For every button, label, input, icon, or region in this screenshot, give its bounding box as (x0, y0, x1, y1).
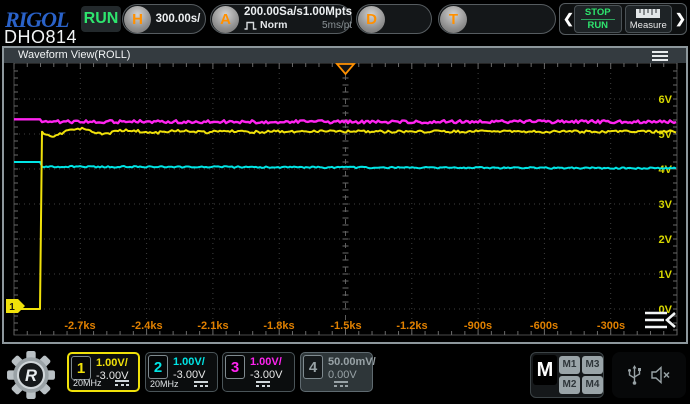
voltage-label: 4V (659, 164, 673, 176)
run-label: RUN (587, 20, 608, 31)
pulse-mode-icon (244, 21, 257, 30)
voltage-label: 1V (659, 269, 673, 281)
gear-r-glyph: R (25, 366, 37, 385)
channel1-marker[interactable]: 1 (6, 299, 25, 313)
quick-menu-left-icon[interactable]: ❮ (563, 11, 571, 27)
channel4-box[interactable]: 4 50.00mV/ 0.00V (300, 352, 373, 392)
trace-ch3 (14, 119, 676, 123)
channel2-bandwidth: 20MHz (150, 379, 179, 389)
math-panel[interactable]: M M1 M3 M2 M4 (530, 352, 604, 398)
trigger-knob[interactable]: T (440, 6, 467, 33)
status-icon-panel (612, 352, 686, 398)
dc-coupling-icon (115, 380, 129, 386)
trigger-position-marker[interactable] (337, 64, 354, 74)
horizontal-settings-pill[interactable]: H 300.00s/ (122, 4, 206, 34)
channel3-box[interactable]: 3 1.00V/ -3.00V (222, 352, 295, 392)
math1-button[interactable]: M1 (559, 356, 580, 374)
dc-coupling-icon (334, 381, 348, 387)
measure-label: Measure (630, 20, 667, 31)
math-label: M (533, 355, 557, 385)
time-label: -1.8ks (263, 320, 294, 332)
measure-button[interactable]: Measure (625, 5, 673, 33)
channel4-scale: 50.00mV/ (328, 356, 376, 368)
math3-button[interactable]: M3 (582, 356, 603, 374)
graticule (14, 63, 677, 335)
resolution-value: 5ms/pt (303, 19, 352, 32)
window-title-bar[interactable]: Waveform View(ROLL) (4, 48, 686, 63)
memory-depth-value: 1.00Mpts (303, 6, 352, 19)
channel1-number: 1 (71, 356, 91, 380)
dc-coupling-icon (256, 381, 270, 387)
channel-bar: R 1 1.00V/ -3.00V 20MHz 2 1.00V/ -3.00V … (0, 346, 690, 404)
horizontal-knob[interactable]: H (124, 6, 151, 33)
channel1-bandwidth: 20MHz (73, 378, 102, 388)
quick-menu-right-icon[interactable]: ❯ (675, 11, 683, 27)
rigol-logo-button[interactable]: R (6, 350, 56, 400)
stop-run-button[interactable]: STOP RUN (574, 5, 622, 33)
time-label: -1.5ks (330, 320, 361, 332)
time-label: -600s (530, 320, 558, 332)
trigger-settings-pill[interactable]: T (438, 4, 556, 34)
waveform-view-window: Waveform View(ROLL) 6V 5V 4V 3V 2V 1V 0V… (2, 46, 688, 344)
voltage-label: 3V (659, 199, 673, 211)
window-title: Waveform View(ROLL) (18, 49, 130, 61)
channel3-number: 3 (225, 355, 245, 379)
waveform-grid: 6V 5V 4V 3V 2V 1V 0V -2.7ks -2.4ks -2.1k… (4, 63, 686, 342)
channel3-offset: -3.00V (250, 369, 282, 381)
digital-knob[interactable]: D (358, 6, 385, 33)
oscilloscope-screen: RIGOL RUN H 300.00s/ A 200.00Sa/s Norm 1… (0, 0, 690, 404)
dc-coupling-icon (194, 381, 208, 387)
acquisition-knob[interactable]: A (212, 6, 239, 33)
math2-button[interactable]: M2 (559, 376, 580, 394)
channel3-scale: 1.00V/ (250, 356, 282, 368)
time-label: -900s (464, 320, 492, 332)
usb-icon (628, 365, 641, 385)
run-status-badge[interactable]: RUN (81, 6, 121, 32)
channel2-scale: 1.00V/ (173, 356, 205, 368)
time-label: -1.2ks (396, 320, 427, 332)
sound-muted-icon[interactable] (651, 366, 671, 384)
channel4-offset: 0.00V (328, 369, 357, 381)
channel2-number: 2 (148, 355, 168, 379)
voltage-label: 6V (659, 94, 673, 106)
time-label: -300s (597, 320, 625, 332)
digital-settings-pill[interactable]: D (356, 4, 432, 34)
stop-label: STOP (581, 7, 615, 20)
timebase-value: 300.00s/ (151, 13, 205, 25)
trigger-mode-value: Norm (260, 19, 287, 32)
channel2-box[interactable]: 2 1.00V/ -3.00V 20MHz (145, 352, 218, 392)
model-label: DHO814 (4, 27, 77, 48)
ruler-icon (635, 8, 661, 19)
channel1-box[interactable]: 1 1.00V/ -3.00V 20MHz (67, 352, 140, 392)
acquisition-settings-pill[interactable]: A 200.00Sa/s Norm 1.00Mpts 5ms/pt (210, 4, 352, 34)
svg-text:1: 1 (9, 302, 15, 313)
channel4-number: 4 (303, 355, 323, 379)
sample-rate-value: 200.00Sa/s (244, 6, 303, 19)
time-label: -2.1ks (197, 320, 228, 332)
quick-menu-panel: ❮ STOP RUN Measure ❯ (559, 3, 687, 35)
math4-button[interactable]: M4 (582, 376, 603, 394)
window-menu-icon[interactable] (652, 51, 668, 63)
time-label: -2.7ks (64, 320, 95, 332)
voltage-label: 2V (659, 234, 673, 246)
time-label: -2.4ks (131, 320, 162, 332)
channel1-scale: 1.00V/ (96, 357, 128, 369)
